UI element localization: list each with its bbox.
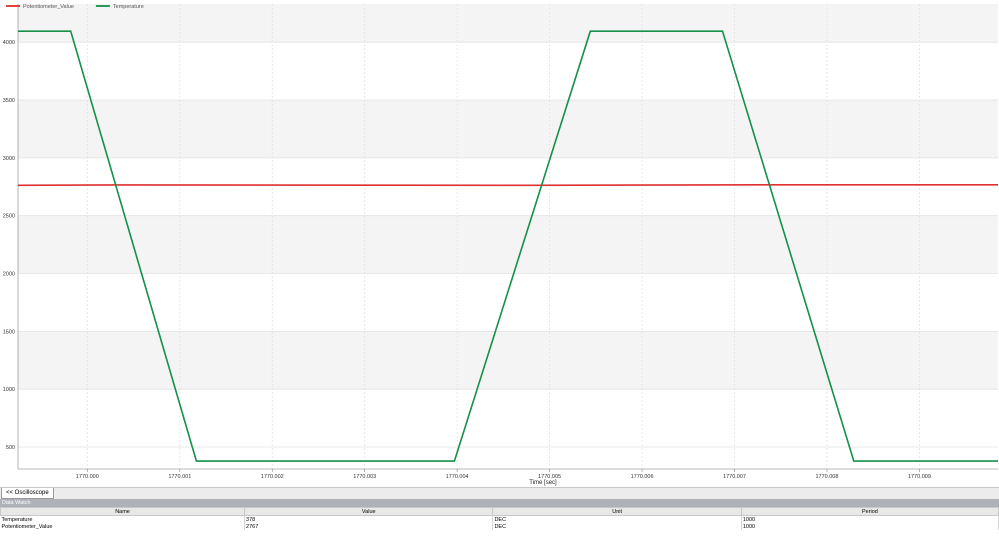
row-name: Temperature <box>0 515 246 523</box>
row-name: Potentiometer_Value <box>0 523 246 530</box>
x-axis-label: Time [sec] <box>529 480 557 486</box>
x-tick-label: 1770.008 <box>815 474 838 480</box>
table-header-row: Name Value Unit Period <box>0 507 999 516</box>
row-value[interactable]: 2767 <box>244 523 494 530</box>
row-period[interactable]: 1000 <box>741 523 999 530</box>
y-tick-label: 3500 <box>3 98 15 104</box>
chart-svg: Time [sec] 500 1000 1500 2000 2500 3000 3500 40… <box>0 0 999 487</box>
x-tick-label: 1770.007 <box>723 474 746 480</box>
y-tick-label: 1500 <box>3 329 15 335</box>
grid-band <box>18 4 998 43</box>
column-header-value[interactable]: Value <box>244 507 494 516</box>
x-tick-label: 1770.009 <box>908 474 931 480</box>
grid-band <box>18 215 998 274</box>
y-tick-label: 4000 <box>3 40 15 46</box>
grid-band <box>18 100 998 158</box>
column-header-unit[interactable]: Unit <box>492 507 742 516</box>
y-tick-label: 2000 <box>3 272 15 278</box>
column-header-name[interactable]: Name <box>0 507 246 516</box>
row-value[interactable]: 378 <box>244 515 494 523</box>
data-watch-header: Data Watch <box>0 499 999 507</box>
row-period[interactable]: 1000 <box>741 515 999 523</box>
table-row[interactable]: Temperature 378 DEC 1000 <box>0 515 999 523</box>
y-tick-label: 3000 <box>3 156 15 162</box>
x-tick-label: 1770.005 <box>538 474 561 480</box>
series-line-potentiometer-value <box>17 184 998 187</box>
x-tick-label: 1770.006 <box>631 474 654 480</box>
y-tick-label: 500 <box>6 445 15 451</box>
legend-label: Temperature <box>113 4 144 10</box>
x-tick-label: 1770.002 <box>261 474 284 480</box>
bottom-tab-strip: << Oscilloscope <box>0 487 999 499</box>
table-row[interactable]: Potentiometer_Value 2767 DEC 1000 <box>0 523 999 530</box>
legend-label: Potentiometer_Value <box>23 4 74 10</box>
oscilloscope-chart[interactable]: Time [sec] 500 1000 1500 2000 2500 3000 3500 40… <box>0 0 999 487</box>
x-tick-label: 1770.004 <box>446 474 469 480</box>
data-watch-table: Name Value Unit Period Temperature 378 D… <box>0 507 999 530</box>
grid-band <box>18 331 998 390</box>
x-tick-label: 1770.001 <box>168 474 191 480</box>
x-tick-label: 1770.000 <box>76 474 99 480</box>
y-tick-label: 2500 <box>3 214 15 220</box>
column-header-period[interactable]: Period <box>740 507 999 516</box>
tab-oscilloscope[interactable]: << Oscilloscope <box>1 488 54 499</box>
y-tick-label: 1000 <box>3 387 15 393</box>
x-tick-label: 1770.003 <box>353 474 376 480</box>
row-unit[interactable]: DEC <box>492 523 742 530</box>
row-unit[interactable]: DEC <box>492 515 742 523</box>
